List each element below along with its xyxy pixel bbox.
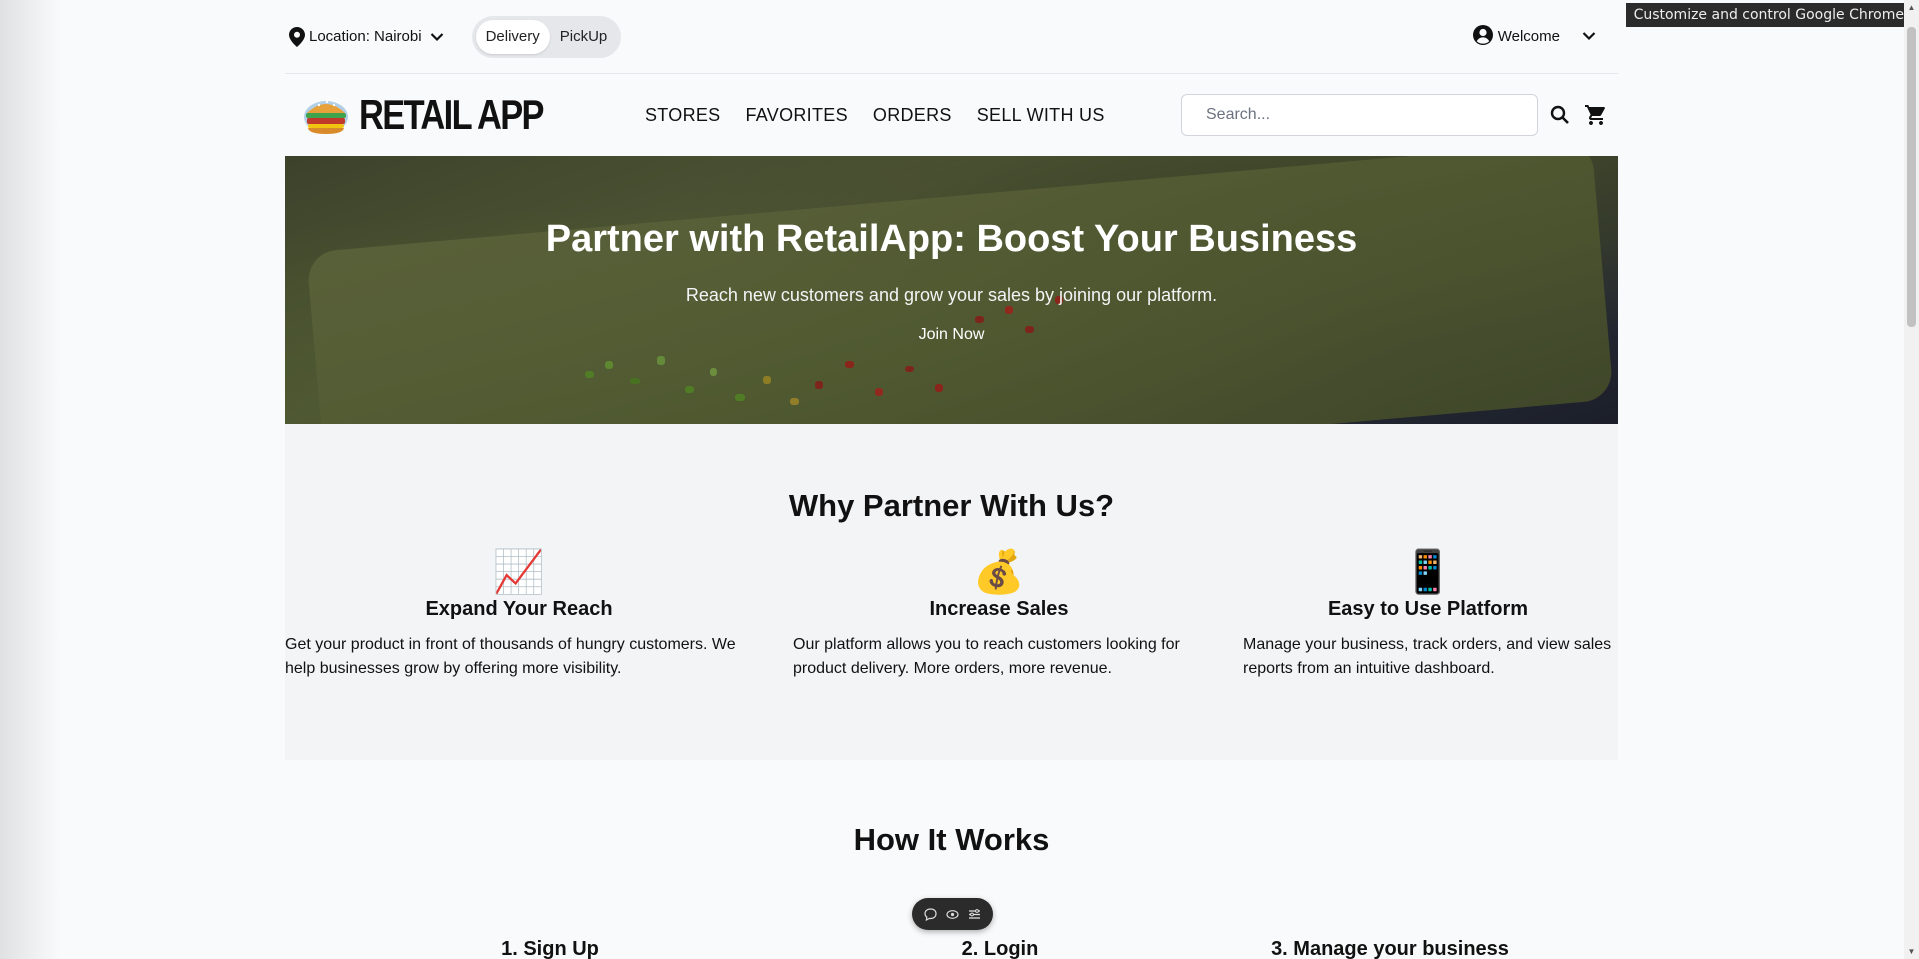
top-bar-left: Location: Nairobi Delivery PickUp: [285, 15, 622, 58]
money-bag-icon: 💰: [972, 547, 1026, 596]
page: Location: Nairobi Delivery PickUp Welcom…: [285, 0, 1618, 959]
search-input[interactable]: [1181, 94, 1538, 136]
page-scrollbar[interactable]: ▲ ▼: [1904, 0, 1919, 959]
list-settings-icon[interactable]: [968, 907, 982, 921]
why-partner-title: Why Partner With Us?: [788, 488, 1115, 523]
scroll-down-arrow-icon[interactable]: ▼: [1907, 947, 1916, 956]
scrollbar-thumb[interactable]: [1907, 27, 1916, 327]
nav-link-stores[interactable]: STORES: [645, 105, 721, 126]
steps-list: 1. Sign Up 2. Login 3. Manage your busin…: [285, 938, 1618, 959]
join-now-button[interactable]: Join Now: [919, 326, 985, 344]
welcome-label: Welcome: [1497, 28, 1560, 45]
user-avatar-icon: [1472, 24, 1494, 50]
brand-logo[interactable]: RETAIL APP: [285, 91, 645, 139]
scroll-up-arrow-icon[interactable]: ▲: [1907, 3, 1916, 12]
features-list: 📈 Expand Your Reach Get your product in …: [285, 550, 1618, 681]
why-partner-section: Why Partner With Us? 📈 Expand Your Reach…: [285, 424, 1618, 760]
feature-title: Increase Sales: [929, 598, 1069, 620]
mobile-phone-icon: 📱: [1401, 547, 1455, 596]
hero-subtitle: Reach new customers and grow your sales …: [685, 285, 1218, 305]
nav-link-orders[interactable]: ORDERS: [873, 105, 952, 126]
nav-link-sell-with-us[interactable]: SELL WITH US: [977, 105, 1105, 126]
nav-links: STORES FAVORITES ORDERS SELL WITH US: [645, 105, 1105, 126]
step-manage-business: 3. Manage your business: [1271, 938, 1509, 959]
feature-easy-platform: 📱 Easy to Use Platform Manage your busin…: [1243, 550, 1613, 681]
eye-icon[interactable]: [946, 907, 960, 921]
hero-title: Partner with RetailApp: Boost Your Busin…: [545, 218, 1358, 260]
search-area: [1181, 74, 1618, 156]
pickup-toggle-button[interactable]: PickUp: [550, 20, 618, 54]
browser-menu-tooltip: Customize and control Google Chrome: [1625, 3, 1912, 27]
chat-bubble-icon[interactable]: [924, 907, 938, 921]
feature-title: Easy to Use Platform: [1327, 598, 1529, 620]
delivery-toggle-button[interactable]: Delivery: [475, 19, 550, 54]
chevron-down-icon: [430, 32, 444, 42]
step-sign-up: 1. Sign Up: [501, 938, 599, 959]
brand-name: RETAIL APP: [359, 91, 545, 138]
step-login: 2. Login: [961, 938, 1039, 959]
feature-expand-reach: 📈 Expand Your Reach Get your product in …: [285, 550, 753, 681]
location-label: Location: Nairobi: [309, 28, 422, 45]
feature-text: Get your product in front of thousands o…: [285, 636, 736, 677]
left-edge-shadow: [0, 0, 60, 959]
nav-link-favorites[interactable]: FAVORITES: [746, 105, 848, 126]
hero-content: Partner with RetailApp: Boost Your Busin…: [285, 156, 1618, 344]
location-selector[interactable]: Location: Nairobi: [289, 26, 444, 47]
search-icon[interactable]: [1546, 101, 1574, 129]
delivery-mode-toggle: Delivery PickUp: [471, 15, 622, 58]
feature-title: Expand Your Reach: [425, 598, 613, 620]
chevron-down-icon: [1582, 28, 1596, 45]
user-menu[interactable]: Welcome: [1472, 24, 1618, 50]
main-nav-bar: RETAIL APP STORES FAVORITES ORDERS SELL …: [285, 74, 1618, 156]
chart-increasing-icon: 📈: [492, 547, 546, 596]
hero-banner: Partner with RetailApp: Boost Your Busin…: [285, 156, 1618, 424]
burger-logo-icon: [301, 93, 351, 137]
feature-increase-sales: 💰 Increase Sales Our platform allows you…: [793, 550, 1225, 681]
map-pin-icon: [289, 26, 305, 47]
top-bar: Location: Nairobi Delivery PickUp Welcom…: [285, 0, 1618, 74]
how-it-works-title: How It Works: [853, 822, 1050, 857]
floating-toolbar: [912, 898, 993, 930]
feature-text: Manage your business, track orders, and …: [1243, 636, 1612, 677]
cart-icon[interactable]: [1582, 101, 1610, 129]
feature-text: Our platform allows you to reach custome…: [793, 636, 1180, 677]
